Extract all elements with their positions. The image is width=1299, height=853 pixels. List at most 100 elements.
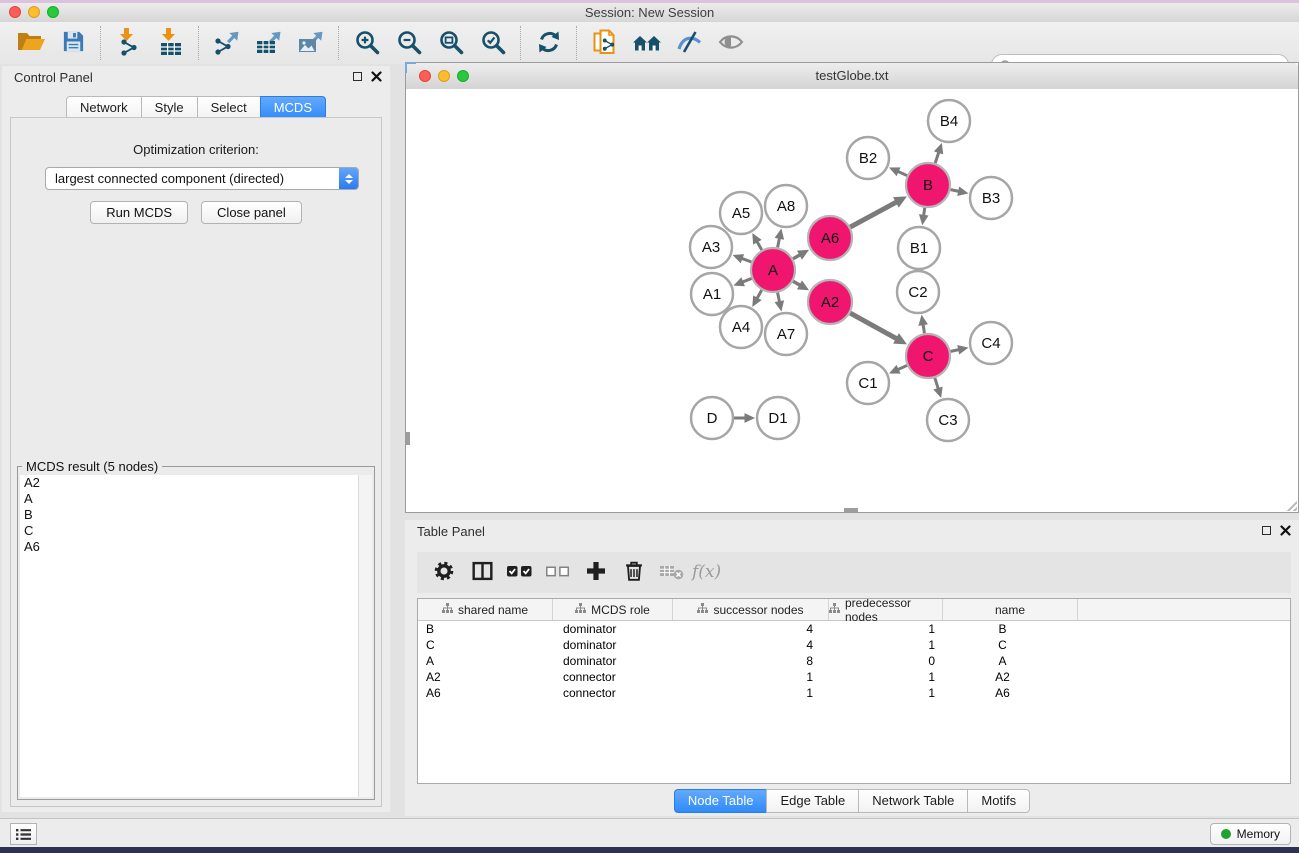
graph-node-label: B3: [982, 190, 1000, 207]
mcds-result-box: MCDS result (5 nodes) A2ABCA6: [17, 459, 375, 800]
table-row[interactable]: Cdominator41C: [418, 637, 1290, 653]
table-panel-title: Table Panel: [417, 524, 485, 539]
graph-edge-arrowhead: [934, 143, 943, 154]
zoom-selected-button[interactable]: [472, 25, 514, 61]
float-table-panel-icon[interactable]: [1262, 526, 1271, 535]
vertical-scrollbar-thumb[interactable]: [406, 432, 410, 445]
hide-graphics-details-button[interactable]: [668, 25, 710, 61]
column-type-icon: [442, 603, 453, 617]
control-panel-header: Control Panel: [2, 66, 390, 86]
graph-node-label: B4: [940, 113, 958, 130]
column-header-MCDS-role[interactable]: MCDS role: [553, 599, 673, 620]
main-toolbar: [0, 22, 1299, 65]
close-table-panel-icon[interactable]: [1280, 525, 1291, 536]
tab-node-table[interactable]: Node Table: [674, 789, 768, 813]
close-panel-button[interactable]: Close panel: [201, 201, 302, 224]
graph-edge-A6-B[interactable]: [850, 201, 897, 227]
graph-node-label: B2: [859, 150, 877, 167]
delete-table-button: [653, 556, 691, 590]
table-cell: A: [418, 653, 553, 669]
export-table-button[interactable]: [248, 25, 290, 61]
apply-layout-button[interactable]: [528, 25, 570, 61]
table-cell: dominator: [553, 653, 673, 669]
trash-icon: [621, 558, 647, 587]
network-graph[interactable]: B4B2BB3A8A5A6A3B1AC2A1A2A4A7C4CC1DC3D1: [406, 89, 1298, 512]
export-network-button[interactable]: [206, 25, 248, 61]
desktop-bottom-strip: [0, 847, 1299, 853]
close-panel-icon[interactable]: [371, 71, 382, 82]
control-panel: Control Panel NetworkStyleSelectMCDS Opt…: [2, 66, 390, 812]
network-canvas[interactable]: B4B2BB3A8A5A6A3B1AC2A1A2A4A7C4CC1DC3D1: [406, 89, 1298, 512]
column-header-shared-name[interactable]: shared name: [418, 599, 553, 620]
graph-node-label: A5: [732, 205, 750, 222]
table-row[interactable]: A2connector11A2: [418, 669, 1290, 685]
network-window-titlebar[interactable]: testGlobe.txt: [406, 63, 1298, 90]
graph-edge-arrowhead: [733, 254, 745, 263]
graph-node-label: C3: [938, 412, 957, 429]
export-image-button[interactable]: [290, 25, 332, 61]
deselect-all-button[interactable]: [539, 556, 577, 590]
create-column-button[interactable]: [577, 556, 615, 590]
unchecked-pair-icon: [544, 558, 572, 587]
criterion-selected-value: largest connected component (directed): [46, 171, 339, 186]
table-row[interactable]: Bdominator41B: [418, 621, 1290, 637]
table-row[interactable]: Adominator80A: [418, 653, 1290, 669]
mcds-result-item[interactable]: B: [20, 507, 372, 523]
graph-edge-A2-C[interactable]: [850, 313, 898, 339]
clone-network-button[interactable]: [584, 25, 626, 61]
plus-icon: [584, 559, 608, 586]
show-panels-button[interactable]: [10, 823, 37, 845]
table-row[interactable]: A6connector11A6: [418, 685, 1290, 701]
column-header-predecessor-nodes[interactable]: predecessor nodes: [829, 599, 943, 620]
graph-node-label: A7: [777, 326, 795, 343]
export-network-icon: [213, 28, 241, 59]
import-network-button[interactable]: [108, 25, 150, 61]
zoom-out-button[interactable]: [388, 25, 430, 61]
graph-node-label: C: [923, 348, 934, 365]
mcds-result-item[interactable]: A: [20, 491, 372, 507]
column-type-icon: [697, 603, 708, 617]
save-session-button[interactable]: [52, 25, 94, 61]
show-graphics-details-button[interactable]: [710, 25, 752, 61]
select-all-button[interactable]: [501, 556, 539, 590]
hide-graphics-icon: [675, 29, 703, 58]
horizontal-scrollbar-thumb[interactable]: [844, 508, 858, 512]
home-button[interactable]: [626, 25, 668, 61]
app-title: Session: New Session: [0, 5, 1299, 20]
import-table-button[interactable]: [150, 25, 192, 61]
table-tabs: Node TableEdge TableNetwork TableMotifs: [405, 789, 1299, 813]
column-view-button[interactable]: [463, 556, 501, 590]
column-header-name[interactable]: name: [943, 599, 1078, 620]
table-header-row: shared name MCDS role successor nodes pr…: [418, 599, 1290, 621]
zoom-in-button[interactable]: [346, 25, 388, 61]
delete-column-button[interactable]: [615, 556, 653, 590]
zoom-fit-button[interactable]: [430, 25, 472, 61]
float-panel-icon[interactable]: [353, 72, 362, 81]
tab-edge-table[interactable]: Edge Table: [766, 789, 859, 813]
mcds-result-item[interactable]: A2: [20, 475, 372, 491]
result-list-scrollbar[interactable]: [358, 475, 372, 797]
resize-grip[interactable]: [1283, 497, 1297, 511]
tab-network-table[interactable]: Network Table: [858, 789, 968, 813]
clone-network-icon: [591, 28, 619, 59]
graph-edge-arrowhead: [775, 300, 785, 311]
run-mcds-button[interactable]: Run MCDS: [90, 201, 188, 224]
save-icon: [61, 29, 86, 57]
table-body: Bdominator41BCdominator41CAdominator80AA…: [418, 621, 1290, 701]
tab-motifs[interactable]: Motifs: [967, 789, 1030, 813]
memory-button[interactable]: Memory: [1210, 823, 1291, 845]
table-cell: dominator: [553, 637, 673, 653]
criterion-dropdown[interactable]: largest connected component (directed): [45, 167, 359, 190]
table-cell: 1: [829, 669, 943, 685]
column-view-icon: [469, 558, 496, 587]
zoom-in-icon: [354, 29, 380, 58]
table-settings-button[interactable]: [425, 556, 463, 590]
table-cell: A2: [943, 669, 1078, 685]
toolbar-separator: [338, 26, 340, 60]
column-header-successor-nodes[interactable]: successor nodes: [673, 599, 829, 620]
mcds-result-item[interactable]: A6: [20, 539, 372, 555]
mcds-tab-content: Optimization criterion: largest connecte…: [10, 117, 382, 807]
mcds-result-item[interactable]: C: [20, 523, 372, 539]
graph-edge-arrowhead: [957, 345, 968, 354]
open-session-button[interactable]: [10, 25, 52, 61]
